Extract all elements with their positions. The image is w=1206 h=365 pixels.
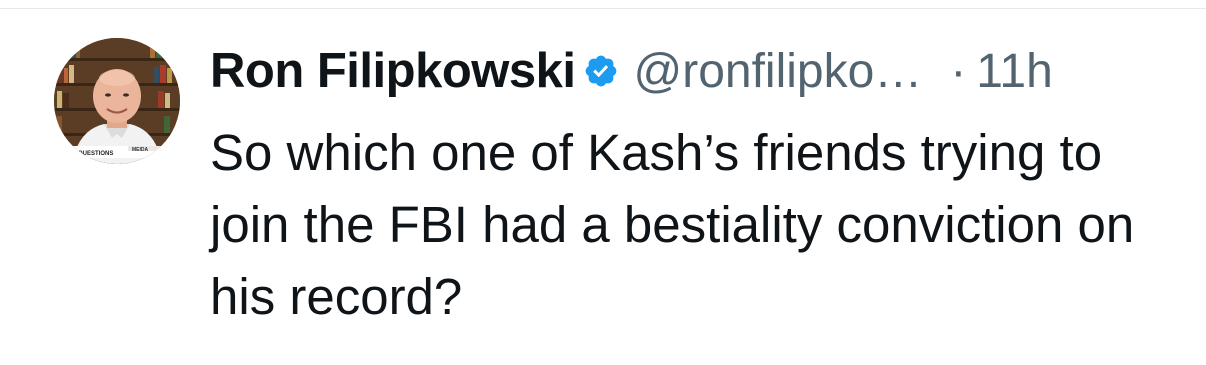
display-name[interactable]: Ron Filipkowski [210,43,576,99]
tweet-timestamp[interactable]: 11h [976,44,1053,99]
svg-text:MEIDA: MEIDA [132,147,149,153]
header-separator: · [950,44,967,98]
avatar-image: QUESTIONS MEIDA [54,38,180,164]
verified-badge-icon [583,53,619,89]
user-handle[interactable]: @ronfilipko… [633,44,922,99]
avatar[interactable]: QUESTIONS MEIDA [54,38,180,164]
tweet-card[interactable]: QUESTIONS MEIDA Ron Filipkowski @ronfili… [0,0,1206,365]
tweet-text: So which one of Kash’s friends trying to… [210,124,1135,325]
svg-text:QUESTIONS: QUESTIONS [78,151,113,157]
tweet-header: Ron Filipkowski @ronfilipko… · 11h [210,38,1053,104]
